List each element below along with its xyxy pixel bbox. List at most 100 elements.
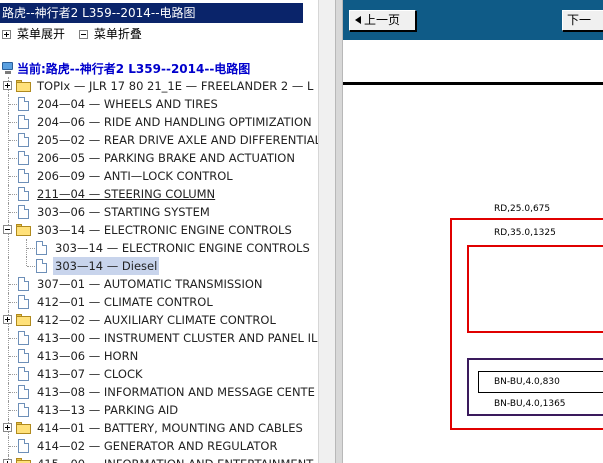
tree-item-label[interactable]: TOPIx — JLR 17 80 21_1E — FREELANDER 2 —… xyxy=(37,77,313,95)
tree-item-label[interactable]: 204—04 — WHEELS AND TIRES xyxy=(37,95,218,113)
tree-item[interactable]: 204—04 — WHEELS AND TIRES xyxy=(0,95,318,113)
tree-item[interactable]: 414—01 — BATTERY, MOUNTING AND CABLES xyxy=(0,419,318,437)
tree-item-label[interactable]: 303—14 — ELECTRONIC ENGINE CONTROLS xyxy=(37,221,292,239)
tree-item[interactable]: 307—01 — AUTOMATIC TRANSMISSION xyxy=(0,275,318,293)
tree-item-label[interactable]: 413—06 — HORN xyxy=(37,347,138,365)
tree-subitem-selected[interactable]: 303—14 — Diesel xyxy=(0,257,318,275)
wire-label-purple-top: BN-BU,4.0,830 xyxy=(494,377,560,387)
tree-item[interactable]: 303—06 — STARTING SYSTEM xyxy=(0,203,318,221)
tree-item[interactable]: 412—01 — CLIMATE CONTROL xyxy=(0,293,318,311)
tree-item-label[interactable]: 414—01 — BATTERY, MOUNTING AND CABLES xyxy=(37,419,303,437)
tree-title-bar: 路虎--神行者2 L359--2014--电路图 xyxy=(0,3,303,23)
prev-page-button[interactable]: 上一页 xyxy=(349,10,416,31)
tree-item[interactable]: 204—06 — RIDE AND HANDLING OPTIMIZATION xyxy=(0,113,318,131)
page-icon xyxy=(18,97,29,111)
next-page-button[interactable]: 下一 xyxy=(562,10,603,31)
collapse-all-label: 菜单折叠 xyxy=(93,27,142,41)
tree-item-label[interactable]: 413—08 — INFORMATION AND MESSAGE CENTE xyxy=(37,383,315,401)
tree-item-label[interactable]: 413—00 — INSTRUMENT CLUSTER AND PANEL IL xyxy=(37,329,317,347)
tree-item[interactable]: 413—08 — INFORMATION AND MESSAGE CENTE xyxy=(0,383,318,401)
tree-item[interactable]: 414—02 — GENERATOR AND REGULATOR xyxy=(0,437,318,455)
diagram-pane: 上一页 下一 RD,25.0,675 RD,35.0,1325 BN-BU,4.… xyxy=(343,0,603,463)
tree-item-label[interactable]: 206—05 — PARKING BRAKE AND ACTUATION xyxy=(37,149,295,167)
page-icon xyxy=(18,385,29,399)
tree-item-label[interactable]: 412—01 — CLIMATE CONTROL xyxy=(37,293,213,311)
tree-item-label[interactable]: 303—06 — STARTING SYSTEM xyxy=(37,203,210,221)
next-page-label: 下一 xyxy=(567,13,592,27)
collapse-toggle-icon[interactable] xyxy=(3,225,12,234)
expand-toggle-icon[interactable] xyxy=(3,81,12,90)
tree-item[interactable]: 303—14 — ELECTRONIC ENGINE CONTROLS xyxy=(0,221,318,239)
tree-item[interactable]: 413—00 — INSTRUMENT CLUSTER AND PANEL IL xyxy=(0,329,318,347)
tree-item[interactable]: TOPIx — JLR 17 80 21_1E — FREELANDER 2 —… xyxy=(0,77,318,95)
tree-item-label[interactable]: 211—04 — STEERING COLUMN xyxy=(37,185,215,203)
tree-item[interactable]: 413—07 — CLOCK xyxy=(0,365,318,383)
folder-icon xyxy=(16,422,31,434)
wire-label-purple-bottom: BN-BU,4.0,1365 xyxy=(494,399,566,409)
wire-label-red-outer: RD,25.0,675 xyxy=(494,204,551,214)
page-icon xyxy=(18,349,29,363)
page-icon xyxy=(18,115,29,129)
page-icon xyxy=(36,259,47,273)
tree-item[interactable]: 413—13 — PARKING AID xyxy=(0,401,318,419)
diagram-top-rule xyxy=(343,82,603,85)
expand-toggle-icon[interactable] xyxy=(3,459,12,463)
current-location: 当前:路虎--神行者2 L359--2014--电路图 xyxy=(2,60,250,76)
menu-controls: 菜单展开 菜单折叠 xyxy=(2,26,152,42)
wiring-diagram: RD,25.0,675 RD,35.0,1325 BN-BU,4.0,830 B… xyxy=(343,40,603,463)
tree-item[interactable]: 206—09 — ANTI—LOCK CONTROL xyxy=(0,167,318,185)
page-icon xyxy=(18,133,29,147)
page-icon xyxy=(18,151,29,165)
tree-subitem-label[interactable]: 303—14 — Diesel xyxy=(53,257,160,275)
folder-icon xyxy=(16,458,31,463)
tree-item[interactable]: 206—05 — PARKING BRAKE AND ACTUATION xyxy=(0,149,318,167)
page-icon xyxy=(18,403,29,417)
current-location-label[interactable]: 当前:路虎--神行者2 L359--2014--电路图 xyxy=(17,60,250,77)
tree-item-label[interactable]: 307—01 — AUTOMATIC TRANSMISSION xyxy=(37,275,263,293)
tree-item[interactable]: 413—06 — HORN xyxy=(0,347,318,365)
folder-open-icon xyxy=(16,224,31,236)
page-icon xyxy=(18,169,29,183)
minus-box-icon xyxy=(78,29,88,39)
tree-item-label[interactable]: 413—07 — CLOCK xyxy=(37,365,143,383)
tree-item[interactable]: 415—00 — INFORMATION AND ENTERTAINMENT xyxy=(0,455,318,463)
tree-scrollbar[interactable] xyxy=(318,0,335,463)
tree-item-label[interactable]: 413—13 — PARKING AID xyxy=(37,401,178,419)
tree-item-label[interactable]: 205—02 — REAR DRIVE AXLE AND DIFFERENTIA… xyxy=(37,131,318,149)
page-icon xyxy=(36,241,47,255)
arrow-left-icon xyxy=(355,16,361,24)
folder-icon xyxy=(16,314,31,326)
pane-splitter[interactable] xyxy=(335,0,343,463)
tree-item-label[interactable]: 415—00 — INFORMATION AND ENTERTAINMENT xyxy=(37,455,313,463)
tree-item-label[interactable]: 204—06 — RIDE AND HANDLING OPTIMIZATION xyxy=(37,113,312,131)
tree-item-label[interactable]: 412—02 — AUXILIARY CLIMATE CONTROL xyxy=(37,311,276,329)
tree-item[interactable]: 412—02 — AUXILIARY CLIMATE CONTROL xyxy=(0,311,318,329)
page-icon xyxy=(18,187,29,201)
collapse-all-button[interactable]: 菜单折叠 xyxy=(78,26,142,42)
red-inner-wire-box xyxy=(467,245,603,333)
wire-label-red-inner: RD,35.0,1325 xyxy=(494,228,556,238)
tree-item-label[interactable]: 414—02 — GENERATOR AND REGULATOR xyxy=(37,437,277,455)
page-icon xyxy=(18,367,29,381)
page-icon xyxy=(18,277,29,291)
tree-item[interactable]: 205—02 — REAR DRIVE AXLE AND DIFFERENTIA… xyxy=(0,131,318,149)
page-icon xyxy=(18,439,29,453)
page-icon xyxy=(18,295,29,309)
page-icon xyxy=(18,331,29,345)
folder-icon xyxy=(16,80,31,92)
tree-item-label[interactable]: 206—09 — ANTI—LOCK CONTROL xyxy=(37,167,233,185)
prev-page-label: 上一页 xyxy=(364,13,401,27)
tree-subitem-label[interactable]: 303—14 — ELECTRONIC ENGINE CONTROLS xyxy=(55,239,310,257)
tree-item[interactable]: 211—04 — STEERING COLUMN xyxy=(0,185,318,203)
plus-box-icon xyxy=(2,29,11,39)
page-nav-bar: 上一页 下一 xyxy=(343,0,603,40)
menu-tree: TOPIx — JLR 17 80 21_1E — FREELANDER 2 —… xyxy=(0,77,318,463)
computer-icon xyxy=(2,61,14,75)
expand-all-label: 菜单展开 xyxy=(17,27,66,41)
expand-all-button[interactable]: 菜单展开 xyxy=(2,26,65,42)
tree-subitem[interactable]: 303—14 — ELECTRONIC ENGINE CONTROLS xyxy=(0,239,318,257)
tree-pane: 路虎--神行者2 L359--2014--电路图 菜单展开 菜单折叠 当前:路虎… xyxy=(0,0,318,463)
expand-toggle-icon[interactable] xyxy=(3,315,12,324)
expand-toggle-icon[interactable] xyxy=(3,423,12,432)
page-icon xyxy=(18,205,29,219)
